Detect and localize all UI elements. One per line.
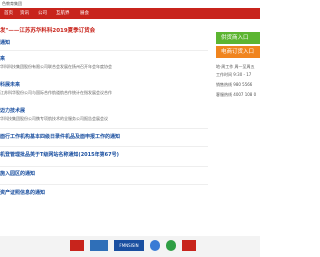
retailer-entry-button[interactable]: 电商订货入口 xyxy=(216,46,260,58)
nav-item-expo[interactable]: 展会 xyxy=(80,8,89,19)
list-item-title[interactable]: 面行工作机构基本四级日录件机品及面申报工作的通知 xyxy=(0,134,120,141)
top-bar: 色教育集团 xyxy=(0,0,260,8)
headline-banner[interactable]: 发"——江苏苏华料科2019夏季订货会 xyxy=(0,27,95,35)
partner-logo-2 xyxy=(90,240,108,251)
nav-item-news[interactable]: 资讯 xyxy=(20,8,29,19)
site-brand: 色教育集团 xyxy=(2,1,22,6)
list-item-title[interactable]: 科展未来 xyxy=(0,82,20,89)
supplier-entry-button[interactable]: 供货商入口 xyxy=(216,32,260,44)
divider xyxy=(0,184,208,185)
partner-logo-4 xyxy=(150,240,160,251)
nav-item-network[interactable]: 互航界 xyxy=(56,8,70,19)
sidebar-info-line: 工作时间 9:30 - 17 xyxy=(216,72,252,77)
list-item-title[interactable]: 来 xyxy=(0,56,5,63)
partner-logo-6 xyxy=(182,240,196,251)
main-nav: 首页 资讯 公司 互航界 展会 xyxy=(0,8,260,19)
list-item-desc: 华科技集团股份公司携专项航技术的全服务公司报告会展会议 xyxy=(0,116,108,121)
sidebar-info-line: 客服热线 4007 108 0 xyxy=(216,92,257,97)
nav-item-company[interactable]: 公司 xyxy=(38,8,47,19)
divider xyxy=(0,166,208,167)
divider xyxy=(0,128,208,129)
divider xyxy=(0,50,208,51)
list-item-title[interactable]: 资产证照信息的通知 xyxy=(0,190,45,197)
partner-logo-5 xyxy=(166,240,176,251)
sidebar-info-line: 地·周工作 周一至周五 xyxy=(216,64,255,69)
list-item-title[interactable]: 迈力技术展 xyxy=(0,108,25,115)
list-item-title[interactable]: 机登管理批品英于T级网站名称通知(2015年第67号) xyxy=(0,152,119,159)
list-item-title[interactable]: 施入园区的通知 xyxy=(0,171,35,178)
list-item-desc: 华科科技集团股份有限公司联合会发展在扬州召开年会年度协会 xyxy=(0,64,112,69)
partner-logo-1 xyxy=(70,240,84,251)
list-item-title[interactable]: 通知 xyxy=(0,40,10,47)
nav-item-home[interactable]: 首页 xyxy=(4,8,13,19)
divider xyxy=(0,146,208,147)
sidebar-info-line: 销售热线 980 5566 xyxy=(216,82,253,87)
list-item-desc: 江苏科华股份公司与国际合作航道航合作统计在指发展会议合作 xyxy=(0,90,112,95)
partner-logo-3: FMNSISIN xyxy=(114,240,144,251)
